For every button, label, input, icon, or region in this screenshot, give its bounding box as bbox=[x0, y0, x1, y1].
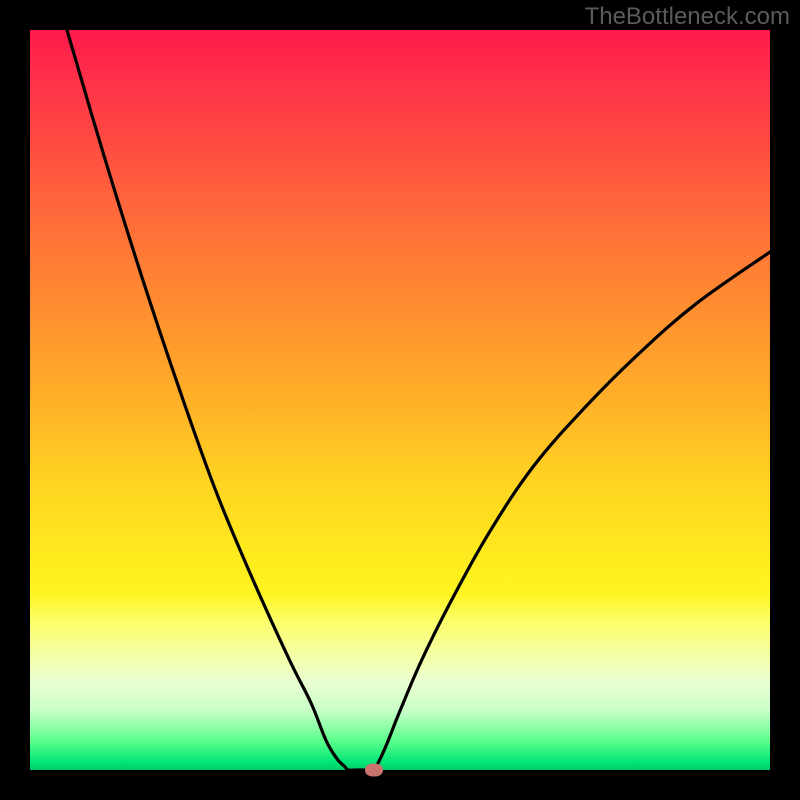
chart-frame: TheBottleneck.com bbox=[0, 0, 800, 800]
watermark-text: TheBottleneck.com bbox=[585, 3, 790, 31]
bottleneck-curve bbox=[30, 30, 770, 770]
optimal-point-marker bbox=[365, 764, 383, 777]
